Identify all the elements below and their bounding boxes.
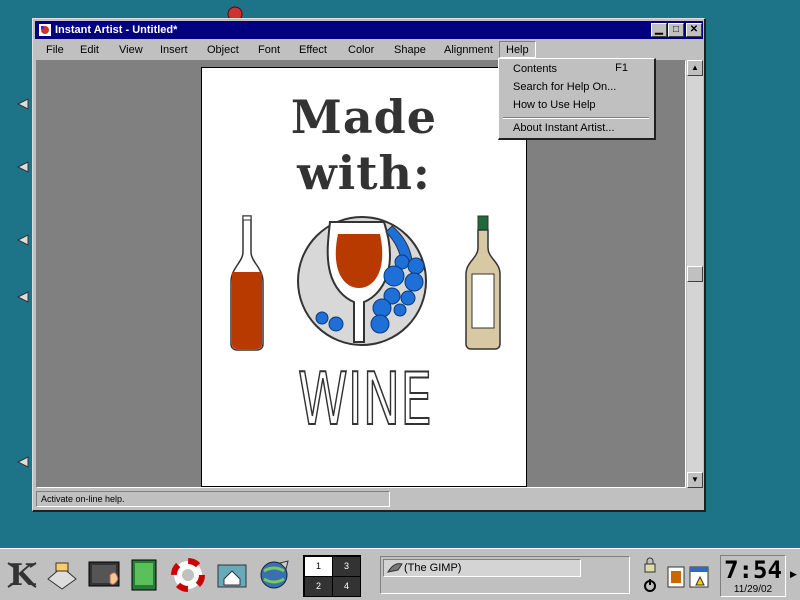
task-list: (The GIMP) [380,556,630,594]
menu-insert[interactable]: Insert [154,42,194,58]
window-title: Instant Artist - Untitled* [55,24,178,36]
close-button[interactable]: ✕ [686,23,702,37]
svg-text:K: K [9,558,36,593]
clock[interactable]: 7:54 11/29/02 [720,555,786,597]
status-bar: Activate on-line help. [36,491,390,507]
menu-font[interactable]: Font [252,42,286,58]
klipper-icon[interactable] [666,565,686,589]
white-wine-bottle-graphic[interactable] [462,214,504,352]
clock-date: 11/29/02 [733,584,773,595]
home-folder-icon[interactable] [214,557,250,593]
wine-glass-grapes-graphic[interactable] [296,214,428,348]
desktop-icon-4[interactable] [16,290,30,304]
vertical-scrollbar[interactable]: ▲ ▼ [687,60,703,488]
menu-object[interactable]: Object [201,42,245,58]
minimize-button[interactable]: ▁ [651,23,667,37]
taskbar: K 1 3 2 4 (The GIMP) 7:54 11/29/02 ▶ [0,548,800,600]
help-about[interactable]: About Instant Artist... [513,120,615,136]
scroll-down-button[interactable]: ▼ [687,472,703,488]
gimp-task-icon [387,563,403,573]
calendar-icon[interactable] [688,565,710,589]
help-lifebuoy-icon[interactable] [170,557,206,593]
title-bar[interactable]: Instant Artist - Untitled* ▁ □ ✕ [35,21,703,39]
kde-start-icon[interactable]: K [4,557,40,593]
scroll-up-button[interactable]: ▲ [687,60,703,76]
help-search[interactable]: Search for Help On... [513,79,616,95]
document-page[interactable]: Made with: WINE [201,67,527,487]
desktop-2-button[interactable]: 2 [305,577,332,596]
menu-effect[interactable]: Effect [293,42,333,58]
headline-made[interactable]: Made [202,90,526,144]
window-list-icon[interactable] [44,557,80,593]
help-contents-shortcut: F1 [615,62,628,74]
maximize-button[interactable]: □ [668,23,684,37]
menu-view[interactable]: View [113,42,149,58]
terminal-icon[interactable] [86,557,122,593]
wine-lettering[interactable]: WINE [296,366,434,430]
desktop-1-button[interactable]: 1 [305,557,332,576]
menu-help[interactable]: Help [499,41,536,58]
desktop-icon-5[interactable] [16,455,30,469]
desktop-icon-2[interactable] [16,160,30,174]
taskbar-scroll-arrow[interactable]: ▶ [790,569,797,580]
menu-bar: File Edit View Insert Object Font Effect… [35,40,703,58]
desktop-icon-top[interactable] [226,4,244,18]
menu-edit[interactable]: Edit [74,42,105,58]
help-contents-label: Contents [513,63,558,75]
lock-screen-icon[interactable] [642,557,658,573]
menu-shape[interactable]: Shape [388,42,432,58]
task-button-gimp[interactable]: (The GIMP) [383,559,581,577]
task-label: (The GIMP) [404,562,462,574]
wine-text: WINE [298,366,432,430]
menu-separator [503,117,649,119]
desktop-4-button[interactable]: 4 [333,577,360,596]
headline-with[interactable]: with: [202,146,526,200]
menu-file[interactable]: File [40,42,70,58]
help-contents[interactable]: Contents [513,61,557,77]
logout-icon[interactable] [642,577,658,593]
help-how-to-use[interactable]: How to Use Help [513,97,596,113]
scroll-thumb[interactable] [687,266,703,282]
menu-alignment[interactable]: Alignment [438,42,499,58]
desktop-3-button[interactable]: 3 [333,557,360,576]
system-monitor-icon[interactable] [126,557,162,593]
clock-time: 7:54 [723,556,783,584]
red-wine-bottle-graphic[interactable] [224,214,270,352]
help-dropdown-menu: Contents F1 Search for Help On... How to… [498,58,656,140]
menu-color[interactable]: Color [342,42,380,58]
virtual-desktop-pager: 1 3 2 4 [303,555,361,597]
web-browser-icon[interactable] [256,557,292,593]
desktop-icon-3[interactable] [16,233,30,247]
desktop-icon-1[interactable] [16,97,30,111]
app-icon[interactable] [38,23,52,37]
